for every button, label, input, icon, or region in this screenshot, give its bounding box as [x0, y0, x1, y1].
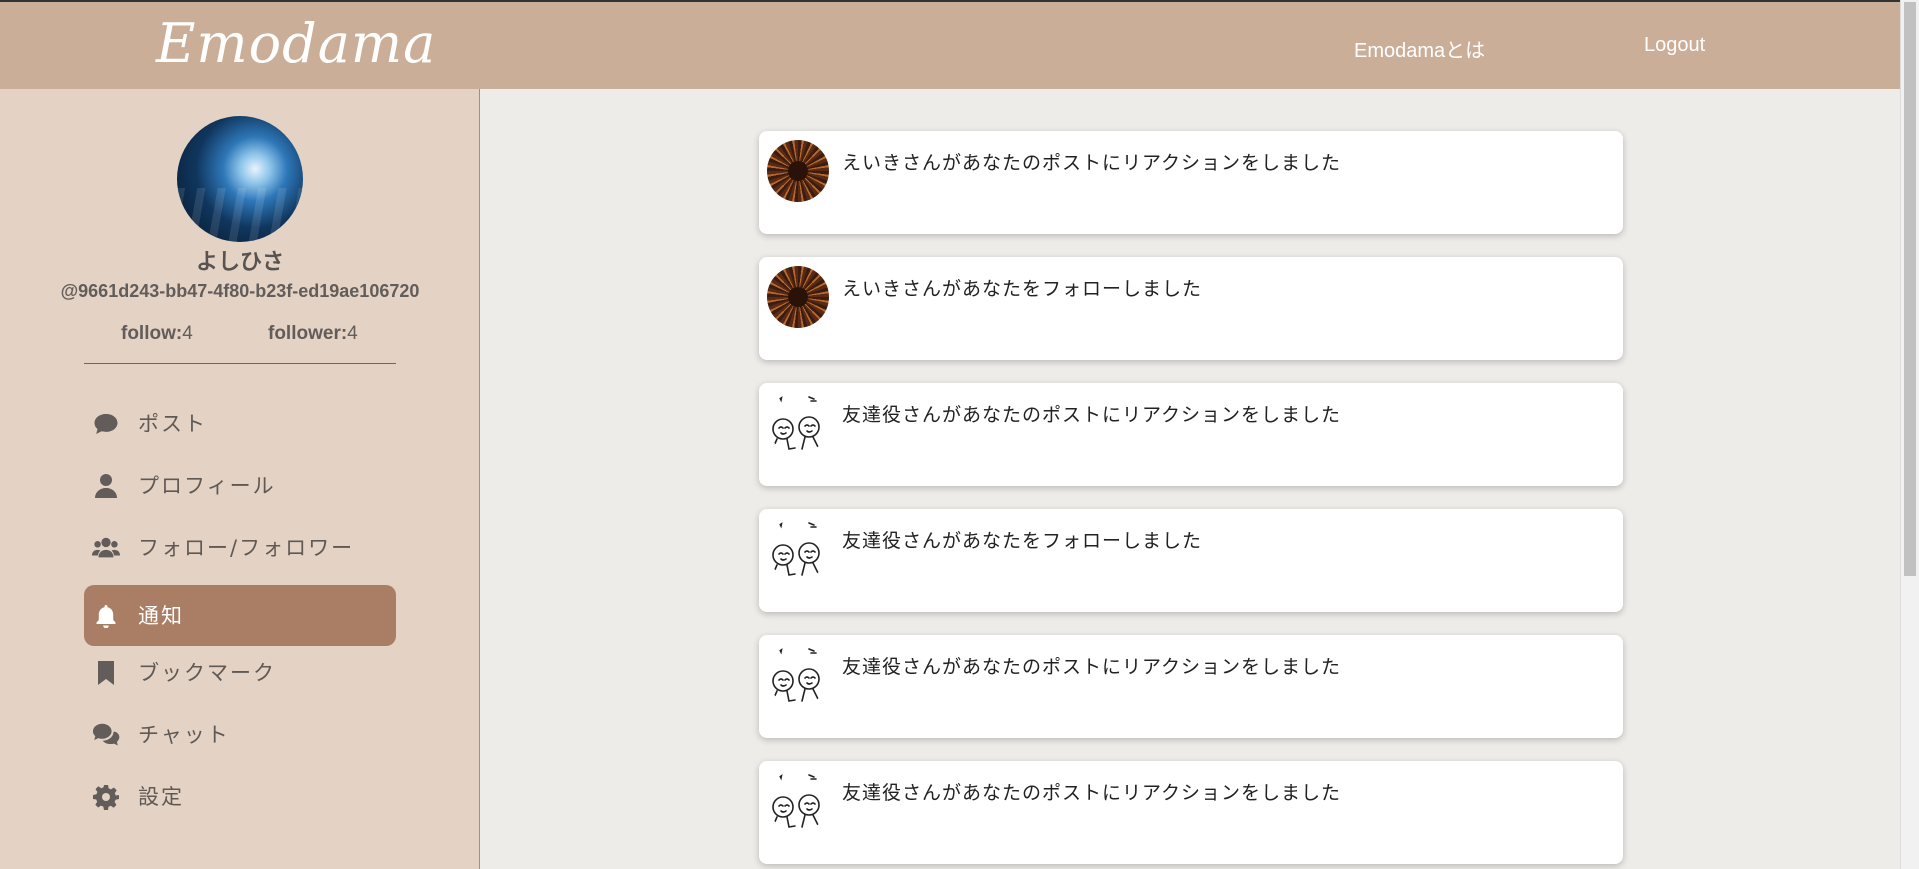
sidebar-item-notifications[interactable]: 通知 [84, 585, 396, 646]
page-scrollbar[interactable] [1900, 0, 1919, 869]
chat-icon [92, 721, 120, 749]
notification-item[interactable]: 友達役さんがあなたのポストにリアクションをしました [759, 635, 1623, 738]
user-icon [92, 472, 120, 500]
notification-avatar[interactable] [767, 518, 829, 580]
notification-item[interactable]: 友達役さんがあなたをフォローしました [759, 509, 1623, 612]
sidebar-item-post[interactable]: ポスト [84, 393, 396, 454]
notification-text: 友達役さんがあなたのポストにリアクションをしました [842, 782, 1342, 804]
sidebar: よしひさ @9661d243-bb47-4f80-b23f-ed19ae1067… [0, 89, 480, 869]
follower-count-value: 4 [347, 323, 358, 344]
sidebar-item-bookmark[interactable]: ブックマーク [84, 642, 396, 703]
notification-item[interactable]: えいきさんがあなたをフォローしました [759, 257, 1623, 360]
profile-handle: @9661d243-bb47-4f80-b23f-ed19ae106720 [60, 281, 420, 301]
notification-text: 友達役さんがあなたのポストにリアクションをしました [842, 656, 1342, 678]
follower-count[interactable]: follower:4 [268, 323, 358, 345]
gear-icon [92, 783, 120, 811]
notification-text: 友達役さんがあなたをフォローしました [842, 530, 1203, 552]
profile-divider [84, 363, 396, 364]
notification-item[interactable]: えいきさんがあなたのポストにリアクションをしました [759, 131, 1623, 234]
notification-item[interactable]: 友達役さんがあなたのポストにリアクションをしました [759, 761, 1623, 864]
nav-about-link[interactable]: Emodamaとは [1354, 34, 1485, 63]
sidebar-item-settings[interactable]: 設定 [84, 766, 396, 827]
sidebar-item-chat[interactable]: チャット [84, 704, 396, 765]
sidebar-item-label: ブックマーク [138, 661, 276, 685]
notification-avatar[interactable] [767, 140, 829, 202]
users-icon [92, 534, 120, 562]
profile-display-name: よしひさ [195, 250, 284, 275]
sidebar-item-label: ポスト [138, 412, 207, 436]
notification-text: えいきさんがあなたをフォローしました [842, 278, 1203, 300]
sidebar-item-follow[interactable]: フォロー/フォロワー [84, 517, 396, 578]
sidebar-item-label: 設定 [138, 785, 184, 809]
notification-avatar[interactable] [767, 770, 829, 832]
notification-avatar[interactable] [767, 644, 829, 706]
notification-avatar[interactable] [767, 392, 829, 454]
follow-count[interactable]: follow:4 [121, 323, 193, 345]
notification-text: えいきさんがあなたのポストにリアクションをしました [842, 152, 1342, 174]
notification-avatar[interactable] [767, 266, 829, 328]
site-logo[interactable]: Emodama [156, 12, 436, 75]
scrollbar-thumb[interactable] [1904, 2, 1916, 576]
sidebar-item-label: プロフィール [138, 474, 276, 498]
notification-text: 友達役さんがあなたのポストにリアクションをしました [842, 404, 1342, 426]
comment-icon [92, 410, 120, 438]
bookmark-icon [92, 659, 120, 687]
profile-avatar[interactable] [177, 116, 303, 242]
follow-count-value: 4 [182, 323, 193, 344]
follow-label: follow: [121, 323, 183, 344]
bell-icon [92, 602, 120, 630]
sidebar-item-label: 通知 [138, 604, 184, 628]
top-header: Emodama Emodamaとは Logout [0, 0, 1900, 89]
sidebar-item-label: チャット [138, 723, 230, 747]
sidebar-item-profile[interactable]: プロフィール [84, 455, 396, 516]
nav-logout-link[interactable]: Logout [1644, 34, 1705, 57]
sidebar-item-label: フォロー/フォロワー [138, 536, 355, 560]
notification-item[interactable]: 友達役さんがあなたのポストにリアクションをしました [759, 383, 1623, 486]
follower-label: follower: [268, 323, 348, 344]
